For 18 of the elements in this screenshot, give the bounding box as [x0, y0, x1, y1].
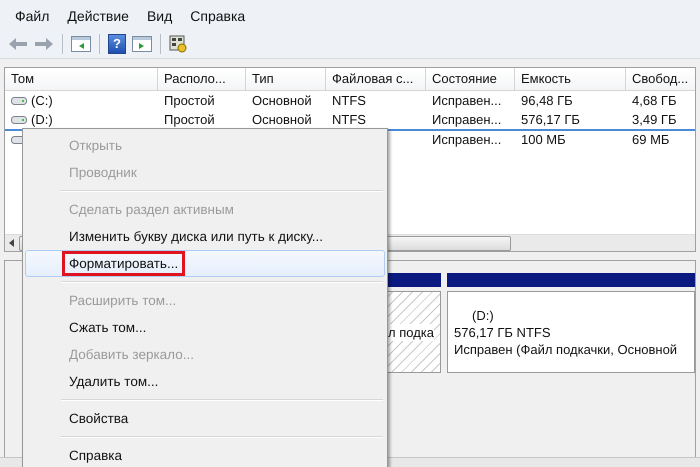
table-cell: Исправен... — [432, 112, 502, 127]
table-cell: (C:) — [31, 93, 53, 108]
table-cell: Простой — [164, 112, 215, 127]
table-cell: Основной — [252, 93, 312, 108]
table-cell: 4,68 ГБ — [632, 93, 676, 108]
table-cell: Исправен... — [432, 93, 502, 108]
table-cell: NTFS — [332, 112, 366, 127]
table-cell: (D:) — [31, 112, 53, 127]
partition-label: л подка — [386, 324, 434, 340]
table-cell: 100 МБ — [521, 132, 566, 147]
table-cell: NTFS — [332, 93, 366, 108]
table-cell: Основной — [252, 112, 312, 127]
table-cell: Простой — [164, 93, 215, 108]
table-cell: 69 МБ — [632, 132, 670, 147]
table-cell: 576,17 ГБ — [521, 112, 580, 127]
table-cell: Исправен... — [432, 132, 502, 147]
table-cell: 3,49 ГБ — [632, 112, 676, 127]
table-cell: 96,48 ГБ — [521, 93, 573, 108]
